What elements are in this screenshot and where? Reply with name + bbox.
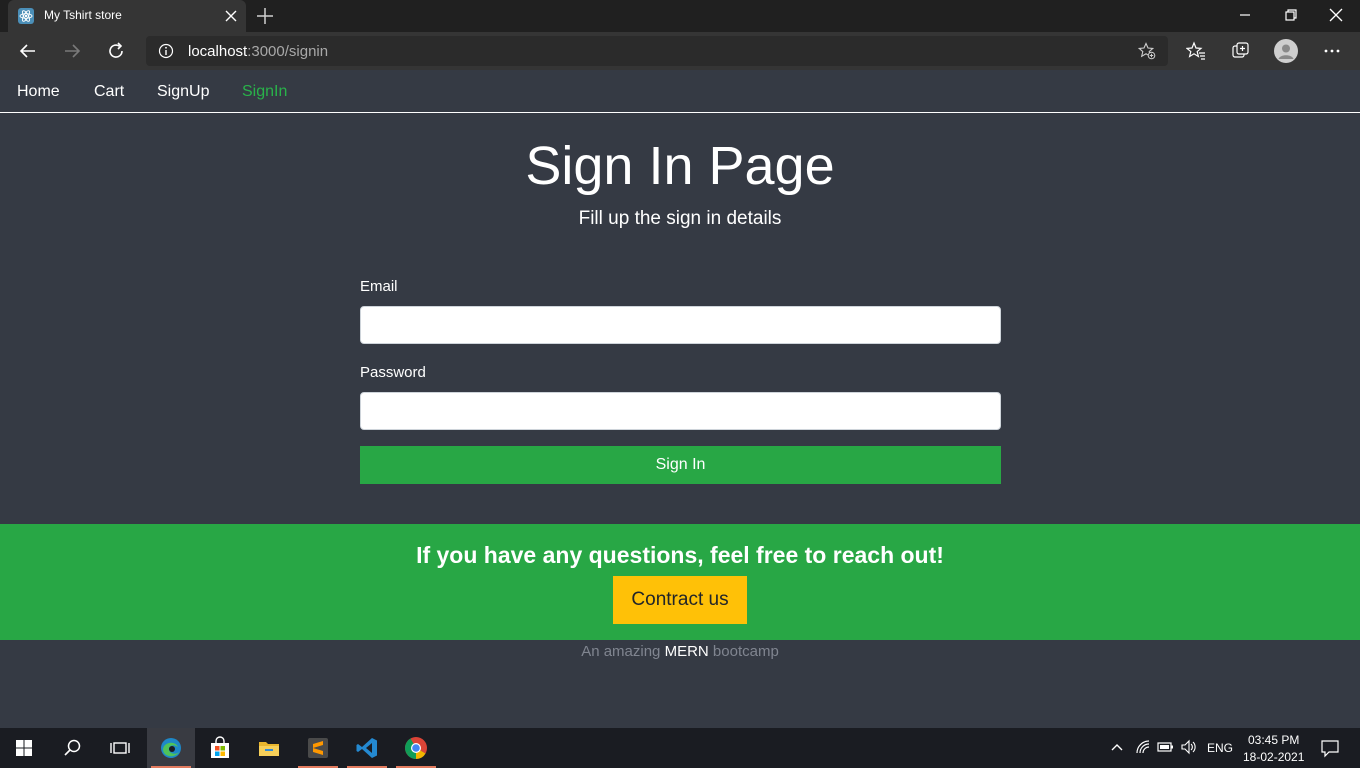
footer-note: An amazing MERN bootcamp [581, 643, 779, 660]
sublime-text-icon [308, 738, 328, 758]
clock-date[interactable]: 18-02-2021 [1243, 750, 1304, 764]
email-field[interactable] [360, 306, 1001, 344]
react-icon [18, 8, 34, 24]
start-button[interactable] [0, 728, 48, 768]
nav-home[interactable]: Home [17, 83, 60, 101]
taskbar-vscode[interactable] [343, 728, 391, 768]
email-label: Email [360, 278, 398, 295]
chrome-icon [405, 737, 427, 759]
vscode-icon [356, 738, 377, 758]
store-icon [211, 736, 229, 758]
password-field[interactable] [360, 392, 1001, 430]
info-icon[interactable] [158, 43, 174, 59]
footer-message: If you have any questions, feel free to … [416, 542, 944, 568]
footer-contact-band: If you have any questions, feel free to … [0, 524, 1360, 640]
task-view-button[interactable] [96, 728, 144, 768]
notification-center-icon[interactable] [1320, 738, 1340, 758]
address-bar[interactable]: localhost:3000/signin [146, 36, 1168, 66]
browser-tabstrip: My Tshirt store [0, 0, 1360, 32]
refresh-icon[interactable] [106, 41, 126, 61]
close-tab-icon[interactable] [222, 7, 240, 25]
windows-logo-icon [16, 740, 32, 756]
profile-avatar-icon[interactable] [1274, 39, 1298, 63]
clock-time[interactable]: 03:45 PM [1248, 733, 1299, 747]
taskbar-edge[interactable] [147, 728, 195, 768]
language-indicator[interactable]: ENG [1207, 741, 1233, 755]
url-text[interactable]: localhost:3000/signin [188, 43, 328, 60]
password-label: Password [360, 364, 426, 381]
search-icon [64, 739, 81, 756]
nav-signin[interactable]: SignIn [242, 83, 287, 101]
browser-toolbar: localhost:3000/signin [0, 32, 1360, 70]
close-window-icon[interactable] [1326, 5, 1346, 25]
edge-icon [161, 738, 181, 758]
task-view-icon [110, 742, 130, 754]
contact-us-button[interactable]: Contract us [613, 576, 747, 624]
minimize-icon[interactable] [1235, 5, 1255, 25]
taskbar-chrome[interactable] [392, 728, 440, 768]
show-hidden-icons-icon[interactable] [1108, 738, 1126, 756]
browser-tab[interactable]: My Tshirt store [8, 0, 246, 32]
page-title: Sign In Page [525, 136, 835, 196]
taskbar-file-explorer[interactable] [245, 728, 293, 768]
back-icon[interactable] [18, 41, 38, 61]
page-subtitle: Fill up the sign in details [578, 208, 782, 229]
folder-icon [259, 742, 279, 756]
nav-signup[interactable]: SignUp [157, 83, 209, 101]
search-button[interactable] [48, 728, 96, 768]
new-tab-icon[interactable] [255, 6, 275, 26]
nav-cart[interactable]: Cart [94, 83, 124, 101]
windows-taskbar: ENG 03:45 PM 18-02-2021 [0, 728, 1360, 768]
restore-icon[interactable] [1281, 5, 1301, 25]
collections-icon[interactable] [1231, 41, 1251, 61]
sign-in-button[interactable]: Sign In [360, 446, 1001, 484]
taskbar-sublime[interactable] [294, 728, 342, 768]
battery-icon[interactable] [1156, 738, 1174, 756]
add-favorite-icon[interactable] [1138, 42, 1156, 60]
network-icon[interactable] [1134, 738, 1152, 756]
more-options-icon[interactable] [1322, 41, 1342, 61]
site-navbar: Home Cart SignUp SignIn [0, 70, 1360, 113]
tab-title: My Tshirt store [44, 8, 122, 22]
favorites-icon[interactable] [1186, 41, 1206, 61]
forward-icon[interactable] [62, 41, 82, 61]
taskbar-store[interactable] [196, 728, 244, 768]
volume-icon[interactable] [1180, 738, 1198, 756]
